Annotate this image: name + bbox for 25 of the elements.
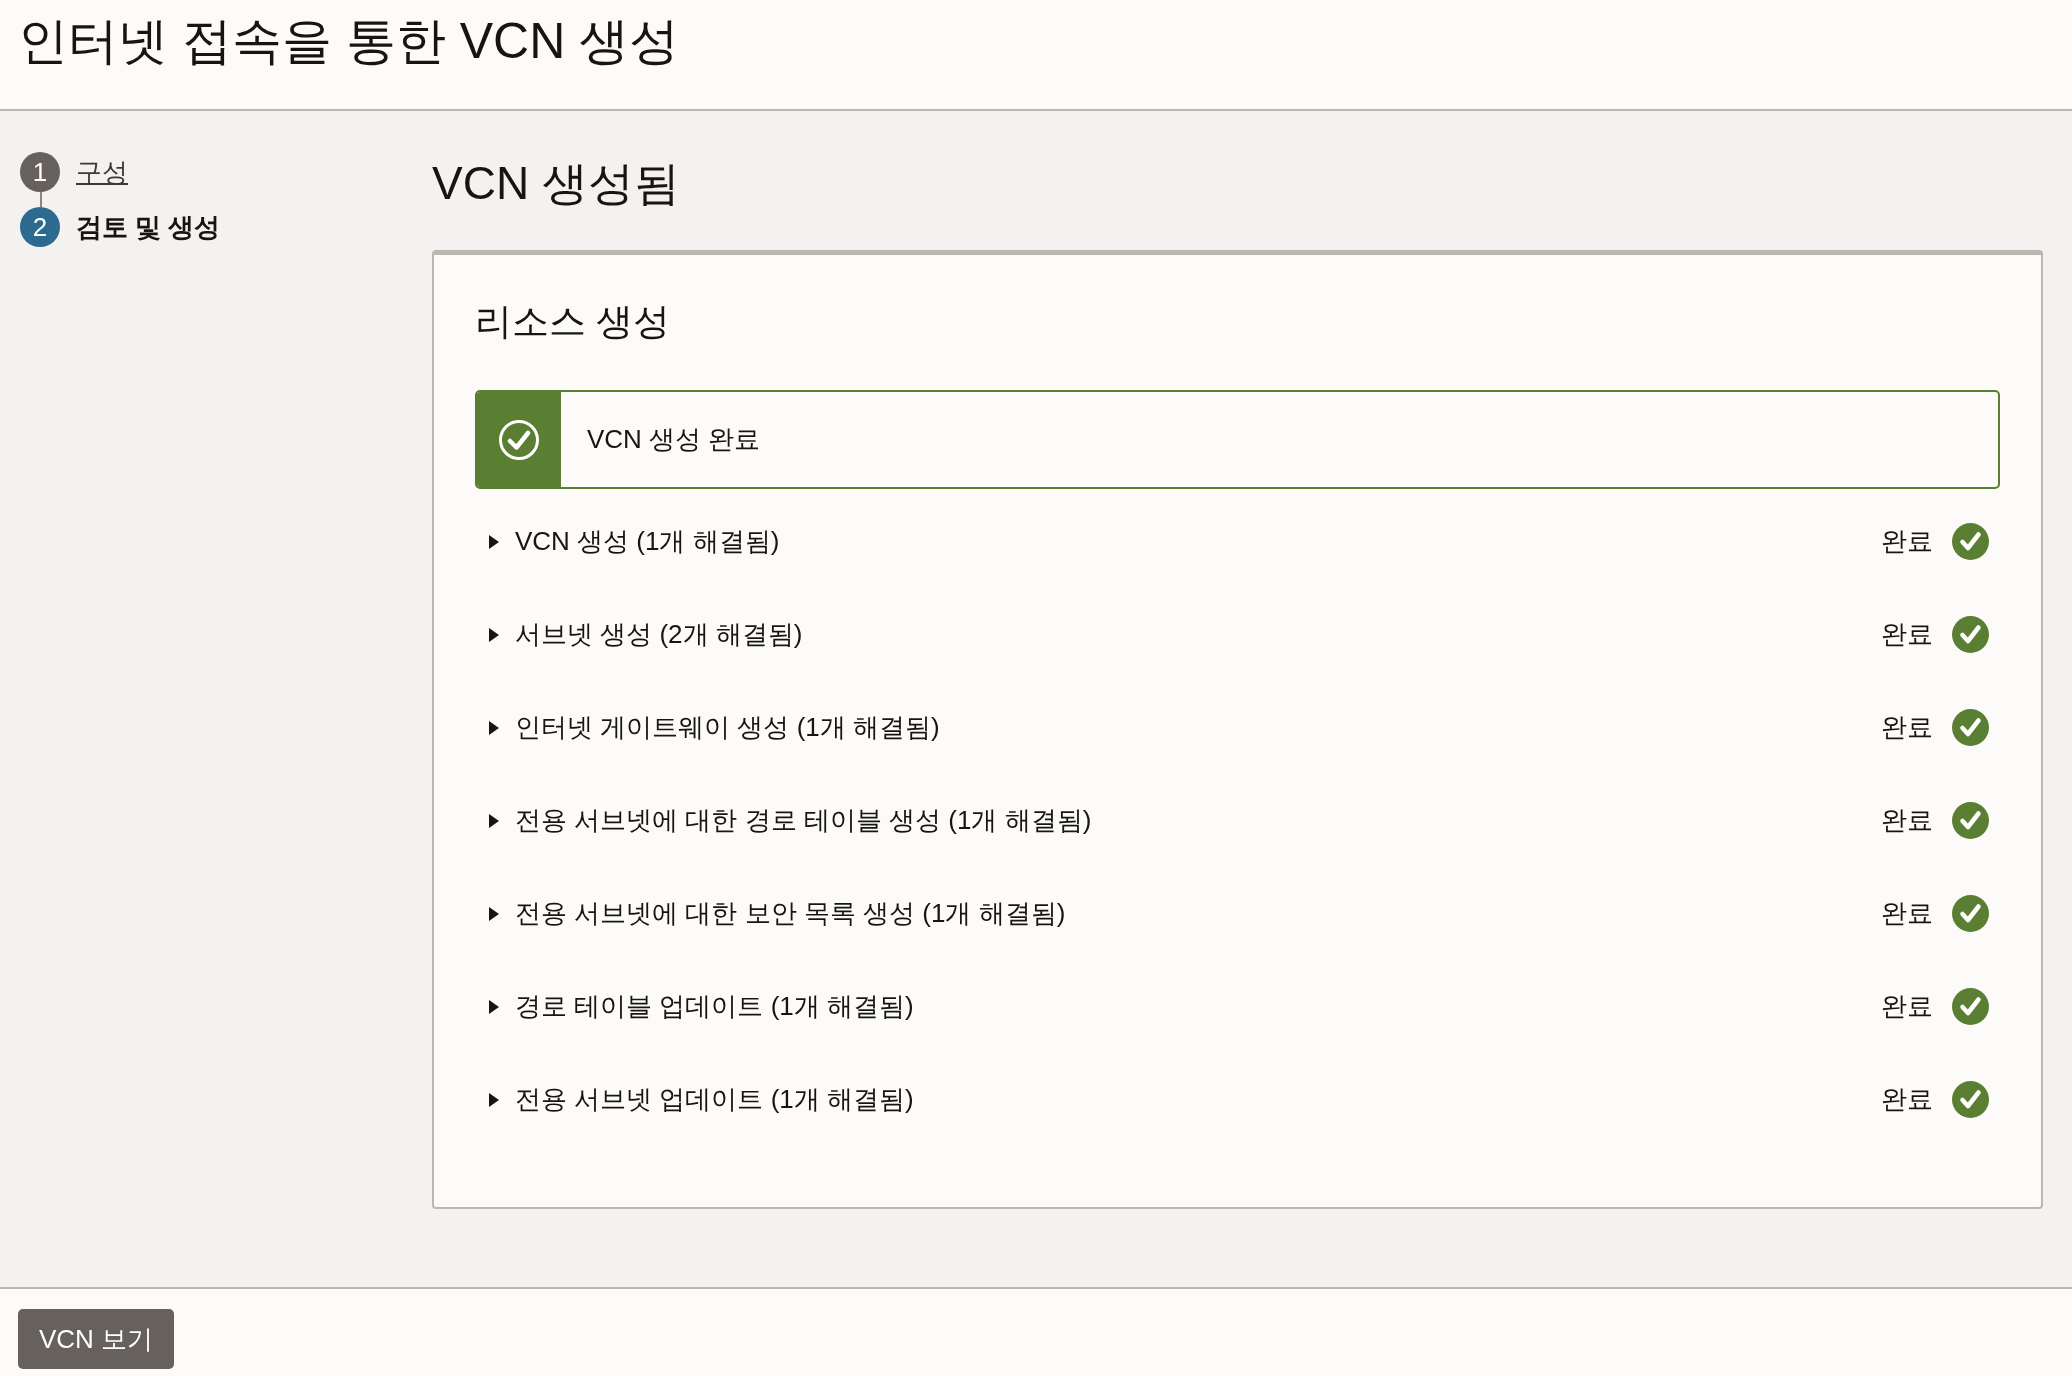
- task-toggle[interactable]: VCN 생성 (1개 해결됨): [489, 522, 780, 561]
- step-label: 검토 및 생성: [76, 210, 221, 244]
- status-label: 완료: [1881, 618, 1933, 651]
- section-title: VCN 생성됨: [432, 156, 680, 211]
- step-link[interactable]: 구성: [76, 152, 128, 192]
- banner-message: VCN 생성 완료: [587, 423, 761, 456]
- status-label: 완료: [1881, 990, 1933, 1023]
- status-label: 완료: [1881, 1083, 1933, 1116]
- task-toggle[interactable]: 전용 서브넷 업데이트 (1개 해결됨): [489, 1080, 914, 1119]
- step-number: 2: [20, 207, 60, 247]
- view-vcn-button[interactable]: VCN 보기: [18, 1309, 175, 1369]
- step-number: 1: [20, 152, 60, 192]
- task-toggle[interactable]: 경로 테이블 업데이트 (1개 해결됨): [489, 987, 914, 1026]
- status-label: 완료: [1881, 711, 1933, 744]
- status-label: 완료: [1881, 804, 1933, 837]
- task-toggle[interactable]: 전용 서브넷에 대한 보안 목록 생성 (1개 해결됨): [489, 894, 1066, 933]
- card-title: 리소스 생성: [475, 300, 671, 344]
- step-connector-line: [40, 192, 42, 207]
- task-toggle[interactable]: 인터넷 게이트웨이 생성 (1개 해결됨): [489, 708, 940, 747]
- task-toggle[interactable]: 서브넷 생성 (2개 해결됨): [489, 615, 803, 654]
- status-label: 완료: [1881, 525, 1933, 558]
- status-label: 완료: [1881, 897, 1933, 930]
- check-circle-icon: [499, 419, 539, 460]
- task-toggle[interactable]: 전용 서브넷에 대한 경로 테이블 생성 (1개 해결됨): [489, 801, 1092, 840]
- page-title: 인터넷 접속을 통한 VCN 생성: [18, 12, 680, 71]
